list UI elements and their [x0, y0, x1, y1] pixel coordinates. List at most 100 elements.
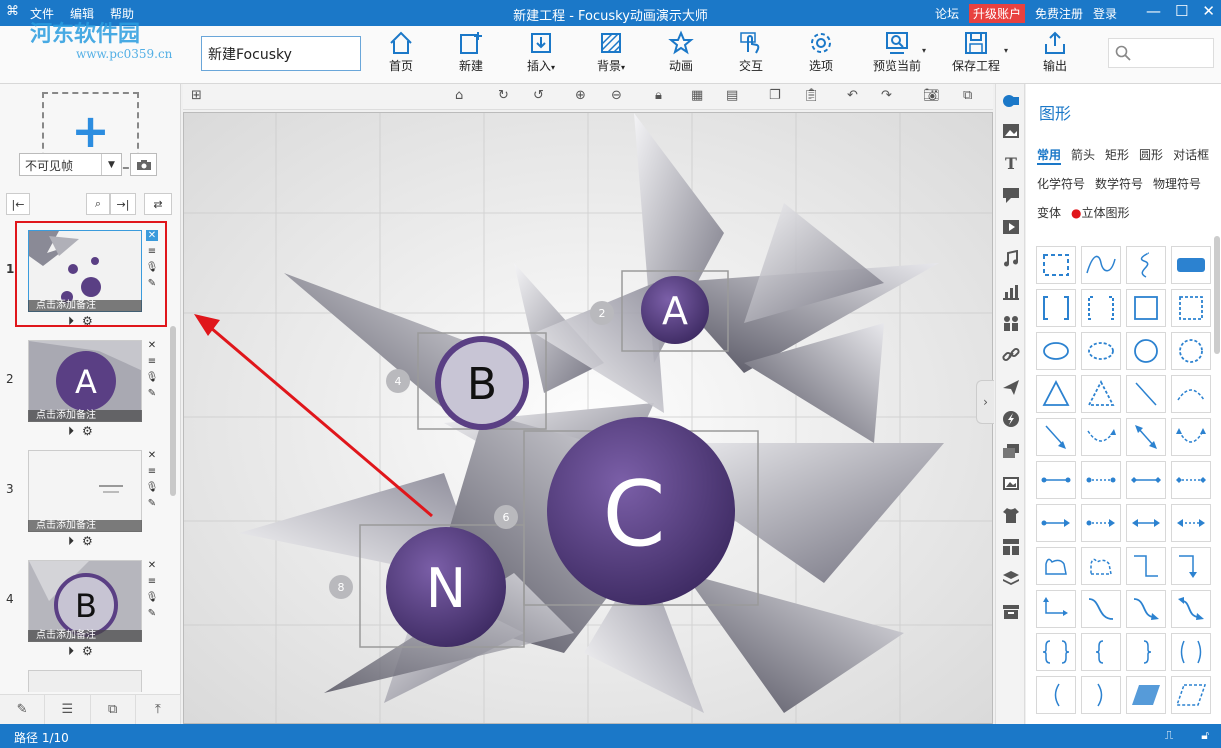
shape-cloud-dashed[interactable] [1081, 547, 1121, 585]
callout-icon[interactable] [1002, 186, 1020, 204]
shape-bracket-dashed[interactable] [1081, 289, 1121, 327]
shape-bracket-round[interactable] [1171, 633, 1211, 671]
zoom-icon[interactable]: ⌕ [86, 193, 110, 215]
shape-spiral[interactable] [1126, 246, 1166, 284]
save-dropdown-icon[interactable]: ▾ [1004, 46, 1008, 55]
people-icon[interactable] [1002, 314, 1020, 332]
animation-button[interactable]: 动画 [650, 30, 712, 74]
register-link[interactable]: 免费注册 [1035, 5, 1083, 22]
menu-icon[interactable]: ≡ [148, 466, 156, 477]
category-3d-shapes[interactable]: ●立体图形 [1071, 204, 1130, 221]
new-button[interactable]: 新建 [440, 30, 502, 74]
forum-link[interactable]: 论坛 [935, 5, 959, 22]
frame-note[interactable]: 点击添加备注 [28, 520, 142, 532]
paste-icon[interactable]: 📋︎ [803, 88, 820, 103]
path-number-8[interactable]: 8 [338, 581, 345, 594]
shape-parallelogram-dashed[interactable] [1171, 676, 1211, 714]
rotate-left-icon[interactable]: ↺ [533, 88, 544, 103]
path-number-2[interactable]: 2 [599, 307, 606, 320]
redo-icon[interactable]: ↷ [881, 88, 892, 103]
archive-icon[interactable] [1002, 602, 1020, 620]
play-icon[interactable]: ⏵ [68, 424, 74, 439]
options-button[interactable]: 选项 [790, 30, 852, 74]
screenshot-icon[interactable]: 📷︎ [923, 88, 940, 103]
export-button[interactable]: 输出 [1024, 30, 1086, 74]
shape-bracket-square[interactable] [1036, 289, 1076, 327]
menu-icon[interactable]: ≡ [148, 356, 156, 367]
shape-elbow-double-arrow[interactable] [1036, 590, 1076, 628]
gear-icon[interactable]: ⚙ [82, 534, 93, 549]
panel-collapse-button[interactable]: › [976, 380, 994, 424]
menu-icon[interactable]: ≡ [148, 576, 156, 587]
zoom-out-icon[interactable]: ⊖ [611, 88, 622, 103]
shape-paren-right[interactable] [1081, 676, 1121, 714]
search-input[interactable] [1108, 38, 1214, 68]
text-icon[interactable]: T [1002, 154, 1020, 172]
shape-arrow-line[interactable] [1036, 504, 1076, 542]
microphone-icon[interactable]: 🎙 [146, 372, 159, 383]
category-circles[interactable]: 圆形 [1139, 146, 1163, 165]
shape-brace-pair[interactable] [1036, 633, 1076, 671]
gear-icon[interactable]: ⚙ [82, 424, 93, 439]
zoom-in-icon[interactable]: ⊕ [575, 88, 586, 103]
gear-icon[interactable]: ⚙ [82, 644, 93, 659]
video-icon[interactable] [1002, 218, 1020, 236]
microphone-icon[interactable]: 🎙 [146, 482, 159, 493]
frame-thumbnail-5[interactable] [0, 666, 170, 692]
upgrade-account-button[interactable]: 升级账户 [968, 4, 1025, 23]
to-top-icon[interactable]: ⤒ [136, 695, 181, 724]
save-button[interactable]: 保存工程 [943, 30, 1009, 74]
category-dialogs[interactable]: 对话框 [1173, 146, 1209, 165]
play-icon[interactable]: ⏵ [68, 534, 74, 549]
layers-icon[interactable]: ⧉ [91, 695, 136, 724]
last-frame-icon[interactable]: →| [110, 193, 136, 215]
shape-rect-dashed[interactable] [1036, 246, 1076, 284]
presentation-icon[interactable]: ⎍ [1165, 728, 1173, 743]
layout-icon[interactable] [1002, 538, 1020, 556]
shape-ellipse-dashed[interactable] [1081, 332, 1121, 370]
frame-thumbnail-3[interactable]: 3 点击添加备注 ✕ ≡ 🎙 ✎ ⏵ ⚙ [0, 446, 170, 556]
shapes-scrollbar[interactable] [1214, 236, 1220, 726]
shape-curve-arrow[interactable] [1126, 590, 1166, 628]
frame-note[interactable]: 点击添加备注 [28, 410, 142, 422]
shape-paren-left[interactable] [1036, 676, 1076, 714]
rotate-right-icon[interactable]: ↻ [498, 88, 509, 103]
category-math[interactable]: 数学符号 [1095, 175, 1143, 192]
ruler-icon[interactable]: ⊞ [191, 88, 202, 103]
shape-double-arrow-line-dashed[interactable] [1171, 504, 1211, 542]
shape-arc-double-arrow[interactable] [1171, 418, 1211, 456]
image-icon[interactable] [1002, 122, 1020, 140]
interact-button[interactable]: 交互 [720, 30, 782, 74]
play-icon[interactable]: ⏵ [68, 644, 74, 659]
shape-double-arrow-line[interactable] [1126, 504, 1166, 542]
flash-icon[interactable] [1002, 410, 1020, 428]
edit-frame-icon[interactable]: ✎ [0, 695, 46, 724]
frame-thumbnail-4[interactable]: 4 B 点击添加备注 ✕ ≡ 🎙 ✎ ⏵ ⚙ [0, 556, 170, 666]
path-number-6[interactable]: 6 [503, 511, 510, 524]
app-icon[interactable]: ⌘ [6, 4, 19, 19]
shape-triangle-dashed[interactable] [1081, 375, 1121, 413]
camera-button[interactable] [130, 153, 157, 176]
edit-icon[interactable]: ✎ [148, 498, 156, 509]
shape-line-dots-dashed[interactable] [1081, 461, 1121, 499]
shape-elbow-connector[interactable] [1126, 547, 1166, 585]
shape-line-diamonds[interactable] [1126, 461, 1166, 499]
shape-rounded-rect-filled[interactable] [1171, 246, 1211, 284]
shape-line-diagonal[interactable] [1126, 375, 1166, 413]
shape-cloud-outline[interactable] [1036, 547, 1076, 585]
shape-brace-left[interactable] [1081, 633, 1121, 671]
shape-triangle-outline[interactable] [1036, 375, 1076, 413]
shape-arrow-line-dashed[interactable] [1081, 504, 1121, 542]
gallery-icon[interactable] [1002, 474, 1020, 492]
link-icon[interactable] [1002, 346, 1020, 364]
layers-icon[interactable] [1002, 570, 1020, 588]
grid-icon[interactable]: ▦ [691, 88, 703, 103]
shape-elbow-arrow[interactable] [1171, 547, 1211, 585]
shape-square-outline[interactable] [1126, 289, 1166, 327]
shapes-icon[interactable] [1002, 92, 1020, 110]
close-icon[interactable]: ✕ [148, 560, 156, 571]
shape-arc-arrow[interactable] [1081, 418, 1121, 456]
copy-icon[interactable]: ❐ [769, 88, 781, 103]
edit-icon[interactable]: ✎ [148, 608, 156, 619]
category-arrows[interactable]: 箭头 [1071, 146, 1095, 165]
